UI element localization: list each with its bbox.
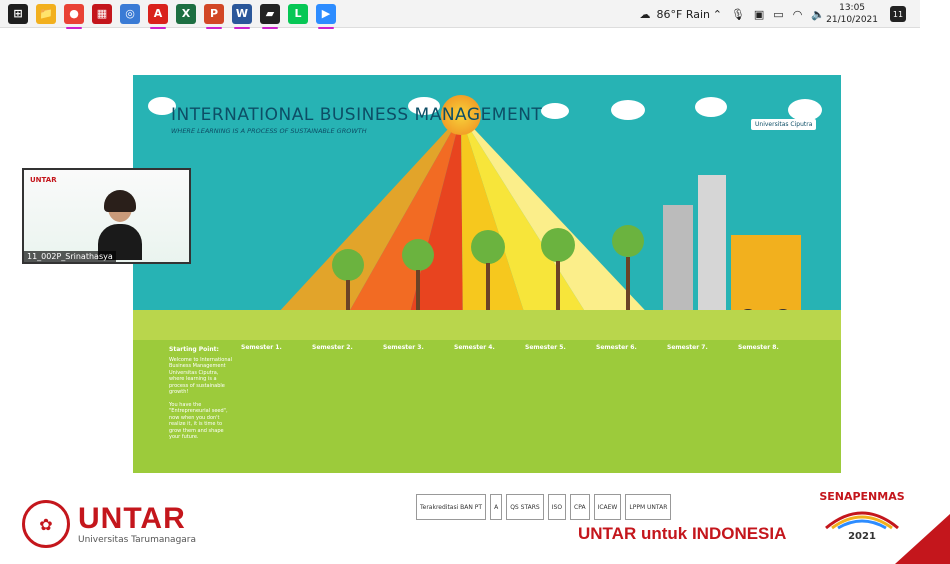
corner-accent	[895, 514, 950, 564]
browser-globe-icon[interactable]: ◎	[120, 3, 140, 24]
sticky-notes-icon[interactable]: ▰	[260, 3, 280, 29]
webcam-untar-logo: UNTAR	[30, 176, 57, 184]
acrobat-icon[interactable]: A	[148, 3, 168, 29]
powerpoint-icon[interactable]: P	[204, 3, 224, 29]
semester-heading: Semester 2.	[312, 344, 353, 351]
clock[interactable]: 13:05 21/10/2021	[826, 2, 878, 26]
starting-point-heading: Starting Point:	[169, 346, 219, 353]
semester-column: Semester 1.	[241, 345, 311, 354]
semester-column: Semester 7.	[667, 345, 737, 354]
taskbar: ⊞ 📁 ● ▦ ◎ A X P W ▰ L ▶ ☁ 86°F Rain ⌃ 🎙 ▣ ▭ ◠ 🔈 13:…	[0, 0, 920, 29]
ground-band	[133, 310, 841, 342]
slide-title: INTERNATIONAL BUSINESS MANAGEMENT	[171, 105, 543, 125]
semester-heading: Semester 7.	[667, 344, 708, 351]
semester-heading: Semester 6.	[596, 344, 637, 351]
file-explorer-icon[interactable]: 📁	[36, 3, 56, 24]
presentation-slide: INTERNATIONAL BUSINESS MANAGEMENT WHERE …	[133, 75, 841, 473]
senapenmas-year: 2021	[848, 531, 876, 542]
starting-point-text-2: You have the "Entrepreneurial seed", now…	[169, 401, 228, 441]
semester-column: Semester 5.	[525, 345, 595, 354]
webcam-background: UNTAR	[24, 170, 189, 262]
semester-column: Semester 6.	[596, 345, 666, 354]
volume-icon[interactable]: 🔈	[811, 8, 825, 21]
chrome-icon[interactable]: ●	[64, 3, 84, 29]
chevron-up-icon[interactable]: ⌃	[713, 8, 722, 21]
partner-logo: CPA	[570, 494, 590, 520]
senapenmas-title: SENAPENMAS	[819, 490, 905, 503]
partner-logo: A	[490, 494, 503, 520]
semester-heading: Semester 5.	[525, 344, 566, 351]
partner-logo: ISO	[547, 494, 567, 520]
semester-column: Semester 4.	[454, 345, 524, 354]
excel-icon[interactable]: X	[176, 3, 196, 24]
webcam-label: 11_002P_Srinathasya	[24, 251, 116, 262]
semester-column: Semester 3.	[383, 345, 453, 354]
windows-start-icon[interactable]: ⊞	[8, 3, 28, 24]
tray-icons: ⌃ 🎙 ▣ ▭ ◠ 🔈	[713, 0, 825, 28]
zoom-icon[interactable]: ▶	[316, 3, 336, 29]
notification-icon[interactable]: 11	[890, 6, 906, 22]
system-tray: ☁ 86°F Rain	[640, 0, 711, 28]
senapenmas-arc-icon	[825, 511, 899, 530]
footer-tagline: UNTAR untuk INDONESIA	[578, 524, 787, 543]
clock-date: 21/10/2021	[826, 15, 878, 25]
word-icon[interactable]: W	[232, 3, 252, 29]
line-icon[interactable]: L	[288, 3, 308, 24]
partner-logos: Terakreditasi BAN PT A QS STARS ISO CPA ICAEW…	[416, 493, 672, 521]
semester-heading: Semester 4.	[454, 344, 495, 351]
slide-subtitle: WHERE LEARNING IS A PROCESS OF SUSTAINAB…	[171, 127, 367, 135]
app-red-icon[interactable]: ▦	[92, 3, 112, 24]
untar-logo: ✿ UNTAR Universitas Tarumanagara	[22, 500, 196, 548]
clock-time: 13:05	[839, 3, 866, 13]
semester-column: Semester 8.	[738, 345, 808, 354]
untar-brand-sub: Universitas Tarumanagara	[78, 535, 197, 545]
partner-logo: QS STARS	[506, 494, 544, 520]
semester-heading: Semester 1.	[241, 344, 282, 351]
weather-text[interactable]: 86°F Rain	[657, 8, 711, 21]
starting-point: Starting Point: Welcome to International…	[169, 346, 233, 441]
semester-heading: Semester 3.	[383, 344, 424, 351]
battery-icon[interactable]: ▭	[773, 8, 783, 21]
wifi-icon[interactable]: ◠	[793, 8, 803, 21]
semester-column: Semester 2.	[312, 345, 382, 354]
partner-logo: LPPM UNTAR	[625, 494, 672, 520]
microphone-icon[interactable]: 🎙	[731, 8, 745, 21]
untar-brand: UNTAR	[78, 502, 186, 535]
starting-point-text-1: Welcome to International Business Manage…	[169, 356, 232, 396]
ciputra-logo: Universitas Ciputra	[751, 119, 817, 130]
presenter-avatar	[96, 190, 142, 260]
weather-icon[interactable]: ☁	[640, 8, 651, 21]
senapenmas-logo: SENAPENMAS 2021	[818, 490, 906, 552]
partner-logo: Terakreditasi BAN PT	[416, 494, 487, 520]
partner-logo: ICAEW	[593, 494, 622, 520]
webcam-video[interactable]: UNTAR 11_002P_Srinathasya	[22, 168, 191, 264]
meet-icon[interactable]: ▣	[754, 8, 764, 21]
semester-heading: Semester 8.	[738, 344, 779, 351]
untar-emblem-icon: ✿	[22, 500, 70, 548]
notification-count: 11	[892, 9, 904, 19]
semester-panel	[133, 340, 841, 473]
